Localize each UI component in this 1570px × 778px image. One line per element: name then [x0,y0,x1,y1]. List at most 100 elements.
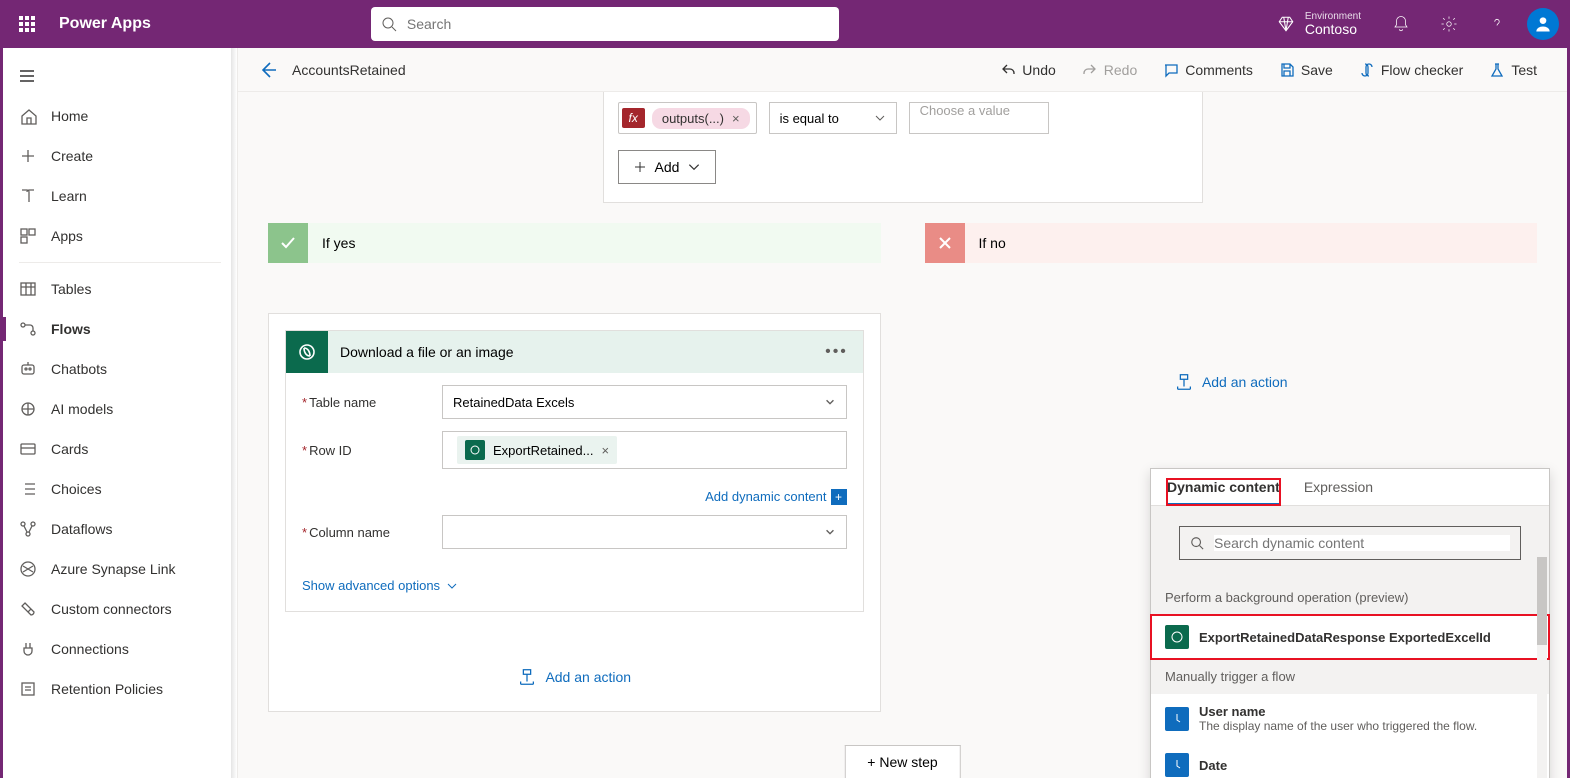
avatar[interactable] [1527,8,1559,40]
condition-value-input[interactable]: Choose a value [909,102,1049,134]
show-advanced-link[interactable]: Show advanced options [302,578,458,593]
save-button[interactable]: Save [1269,54,1343,86]
dyn-item-user-name[interactable]: User nameThe display name of the user wh… [1151,694,1549,743]
book-icon [19,187,37,205]
remove-chip-icon[interactable]: × [732,111,740,126]
add-action-no[interactable]: Add an action [1174,373,1288,391]
dataverse-icon [1165,625,1189,649]
sidebar-item-azure-synapse-link[interactable]: Azure Synapse Link [3,549,237,589]
dynamic-search-input[interactable] [1179,526,1521,560]
nav-label: Tables [51,281,91,297]
remove-token-icon[interactable]: × [601,443,609,458]
plus-icon: + [831,489,847,505]
tab-expression[interactable]: Expression [1304,479,1373,505]
brand-label: Power Apps [51,15,151,33]
home-icon [19,107,37,125]
table-name-select[interactable]: RetainedData Excels [442,385,847,419]
waffle-icon[interactable] [3,0,51,48]
row-id-token[interactable]: ExportRetained... × [457,436,617,464]
env-name: Contoso [1305,22,1361,37]
row-id-input[interactable]: ExportRetained... × [442,431,847,469]
condition-left-operand[interactable]: fx outputs(...)× [618,102,757,134]
sidebar-item-custom-connectors[interactable]: Custom connectors [3,589,237,629]
condition-card: fx outputs(...)× is equal to Choose a va… [603,92,1203,203]
condition-operator[interactable]: is equal to [769,102,897,134]
flow-icon [19,320,37,338]
add-action-yes[interactable]: Add an action [517,668,631,686]
sidebar-item-dataflows[interactable]: Dataflows [3,509,237,549]
row-id-label: Row ID [309,443,352,458]
dynamic-content-flyout: Dynamic content Expression Perform a bac… [1150,468,1550,778]
download-file-step: Download a file or an image ••• *Table n… [285,330,864,612]
table-name-label: Table name [309,395,376,410]
trigger-icon [1165,707,1189,731]
if-no-header: If no [925,223,1538,263]
new-step-button[interactable]: + New step [844,745,960,778]
nav-label: Flows [51,321,91,337]
breadcrumb: AccountsRetained [292,62,406,78]
fx-icon: fx [622,108,645,128]
card-icon [19,440,37,458]
undo-button[interactable]: Undo [990,54,1065,86]
column-name-select[interactable] [442,515,847,549]
sidebar-item-tables[interactable]: Tables [3,269,237,309]
step-more-icon[interactable]: ••• [823,343,851,361]
redo-button: Redo [1072,54,1147,86]
settings-icon[interactable] [1427,0,1471,48]
nav-label: Home [51,108,88,124]
search-field[interactable] [407,16,829,32]
bot-icon [19,360,37,378]
dyn-item-exported-excel-id[interactable]: ExportRetainedDataResponse ExportedExcel… [1151,615,1549,659]
hamburger-icon[interactable] [3,56,51,96]
back-button[interactable] [258,60,278,80]
nav-label: Custom connectors [51,601,172,617]
plus-icon [19,147,37,165]
search-input[interactable] [371,7,839,41]
sidebar-item-cards[interactable]: Cards [3,429,237,469]
dyn-group-1: Perform a background operation (preview) [1151,580,1549,615]
nav-label: Dataflows [51,521,112,537]
plug-icon [19,640,37,658]
sidebar-item-home[interactable]: Home [3,96,237,136]
flyout-scrollbar[interactable] [1537,557,1547,778]
add-dynamic-content-link[interactable]: Add dynamic content+ [705,489,846,504]
add-condition-button[interactable]: Add [618,150,717,184]
nav-label: Connections [51,641,129,657]
sidebar-item-choices[interactable]: Choices [3,469,237,509]
sidebar-item-chatbots[interactable]: Chatbots [3,349,237,389]
help-icon[interactable] [1475,0,1519,48]
nav-label: Choices [51,481,102,497]
dyn-item-date[interactable]: Date [1151,743,1549,778]
sidebar: Home Create Learn Apps Tables Flows Chatbots A… [3,48,238,778]
x-icon [925,223,965,263]
table-icon [19,280,37,298]
app-header: Power Apps Environment Contoso [3,0,1567,48]
synapse-icon [19,560,37,578]
canvas: AccountsRetained Undo Redo Comments Save… [238,48,1567,778]
list-icon [19,480,37,498]
dataflow-icon [19,520,37,538]
nav-label: Apps [51,228,83,244]
sidebar-item-ai-models[interactable]: AI models [3,389,237,429]
tab-dynamic-content[interactable]: Dynamic content [1167,479,1280,505]
nav-label: Cards [51,441,88,457]
dataverse-icon [286,331,328,373]
comments-button[interactable]: Comments [1153,54,1263,86]
sidebar-item-flows[interactable]: Flows [3,309,237,349]
test-button[interactable]: Test [1479,54,1547,86]
sidebar-item-retention-policies[interactable]: Retention Policies [3,669,237,709]
nav-label: AI models [51,401,113,417]
nav-label: Chatbots [51,361,107,377]
sidebar-item-learn[interactable]: Learn [3,176,237,216]
flow-checker-button[interactable]: Flow checker [1349,54,1473,86]
sidebar-item-create[interactable]: Create [3,136,237,176]
if-yes-header: If yes [268,223,881,263]
nav-label: Create [51,148,93,164]
connector-icon [19,600,37,618]
environment-picker[interactable]: Environment Contoso [1263,11,1375,37]
step-title: Download a file or an image [340,344,811,360]
notifications-icon[interactable] [1379,0,1423,48]
nav-label: Learn [51,188,87,204]
sidebar-item-connections[interactable]: Connections [3,629,237,669]
sidebar-item-apps[interactable]: Apps [3,216,237,256]
